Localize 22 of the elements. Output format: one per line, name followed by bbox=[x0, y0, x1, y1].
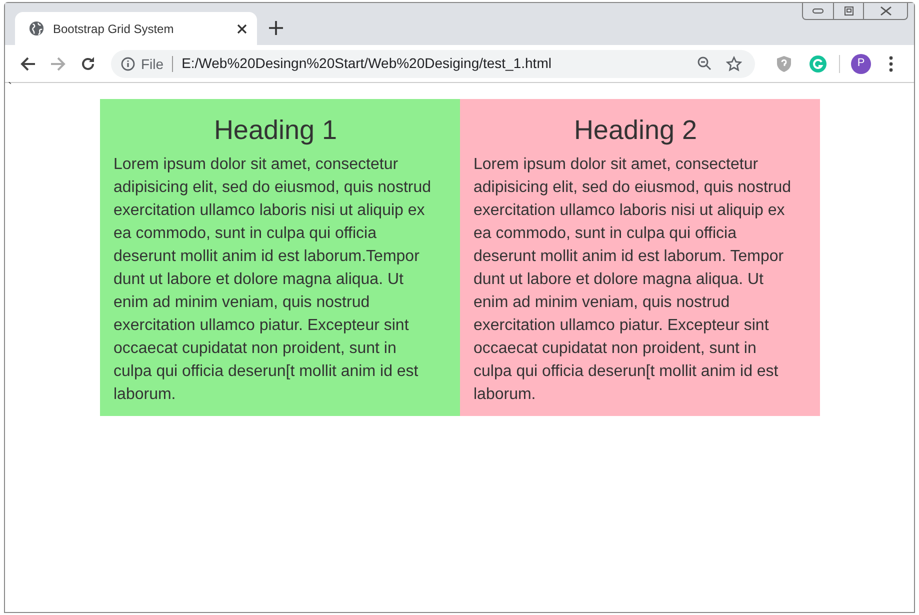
minimize-icon[interactable] bbox=[812, 7, 824, 15]
menu-icon[interactable] bbox=[889, 56, 893, 72]
url-text: E:/Web%20Desingn%20Start/Web%20Desiging/test_1.html bbox=[182, 54, 552, 73]
tab-title: Bootstrap Grid System bbox=[53, 20, 175, 38]
profile-avatar[interactable]: P bbox=[851, 54, 871, 74]
column-heading: Heading 2 bbox=[572, 114, 698, 147]
browser-tab[interactable]: Bootstrap Grid System bbox=[15, 12, 257, 45]
zoom-out-icon[interactable] bbox=[696, 56, 712, 71]
info-icon[interactable] bbox=[121, 56, 135, 70]
reload-icon[interactable] bbox=[80, 56, 96, 72]
column-paragraph: Lorem ipsum dolor sit amet, consectetur adipisicing elit, sed do eiusmod, quis nostrud exercitation ullamco laboris nisi ut aliquip ex ea commodo, sunt in culpa qui officia deserunt mollit anim id est laborum.Tempor dunt ut labore et dolore magna aliqua. Ut enim ad minim veniam, quis nostrud exercitation ullamco piatur. Excepteur sint occaecat cupidatat non proident, sunt in culpa qui officia deserun[t mollit anim id est laborum. bbox=[114, 155, 432, 405]
stray-character: ` bbox=[8, 81, 12, 93]
close-icon[interactable] bbox=[237, 24, 247, 34]
globe-icon bbox=[29, 21, 44, 36]
column-paragraph: Lorem ipsum dolor sit amet, consectetur adipisicing elit, sed do eiusmod, quis nostrud exercitation ullamco laboris nisi ut aliquip ex ea commodo, sunt in culpa qui officia deserunt mollit anim id est laborum. Tempor dunt ut labore et dolore magna aliqua. Ut enim ad minim veniam, quis nostrud exercitation ullamco piatur. Excepteur sint occaecat cupidatat non proident, sunt in culpa qui officia deserun[t mollit anim id est laborum. bbox=[474, 155, 792, 405]
close-icon[interactable] bbox=[880, 6, 892, 16]
back-icon[interactable] bbox=[20, 56, 36, 72]
address-bar[interactable]: File E:/Web%20Desingn%20Start/Web%20Desiging/test_1.html bbox=[111, 50, 755, 78]
column-heading: Heading 1 bbox=[212, 114, 338, 147]
restore-icon[interactable] bbox=[844, 6, 854, 16]
scheme-label: File bbox=[141, 56, 173, 72]
star-icon[interactable] bbox=[726, 56, 742, 72]
